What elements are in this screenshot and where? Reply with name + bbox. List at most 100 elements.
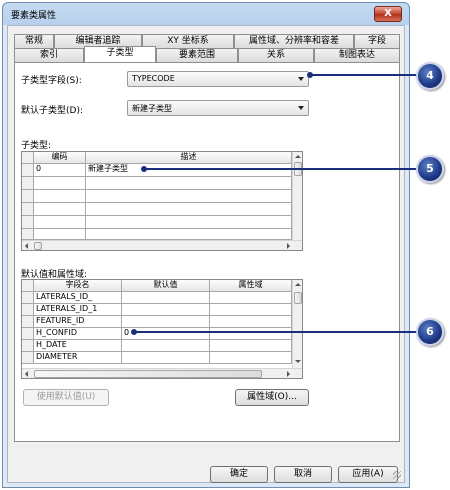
row-header-corner	[22, 280, 34, 292]
defaults-horizontal-scrollbar[interactable]	[22, 368, 302, 378]
callout-5-badge: 5	[416, 155, 444, 183]
field-name-cell: H_DATE	[34, 340, 122, 352]
subtypes-grid[interactable]: 编码 描述 0 新建子类型	[21, 151, 303, 251]
empty-cell[interactable]	[34, 216, 86, 229]
subtype-field-value: TYPECODE	[132, 74, 175, 83]
row-selector[interactable]	[22, 229, 34, 240]
empty-cell[interactable]	[34, 229, 86, 240]
scroll-thumb[interactable]	[294, 292, 302, 304]
callout-4-line	[310, 74, 420, 76]
callout-5-line	[144, 168, 420, 170]
row-selector[interactable]	[22, 190, 34, 203]
row-selector[interactable]	[22, 340, 34, 352]
close-button[interactable]: X	[374, 6, 402, 22]
subtype-field-label: 子类型字段(S):	[21, 76, 82, 86]
tab-label: XY 坐标系	[167, 36, 209, 46]
subtypes-vertical-scrollbar[interactable]	[292, 152, 302, 240]
tab-subtypes[interactable]: 子类型	[84, 46, 156, 62]
domain-cell[interactable]	[210, 352, 292, 364]
empty-cell[interactable]	[34, 190, 86, 203]
row-selector[interactable]	[22, 216, 34, 229]
tab-label: 常规	[24, 36, 43, 46]
empty-cell[interactable]	[34, 177, 86, 190]
scroll-thumb[interactable]	[34, 242, 42, 250]
scroll-right-icon[interactable]	[287, 371, 290, 377]
domain-cell[interactable]	[210, 316, 292, 328]
scroll-left-icon[interactable]	[25, 243, 28, 249]
tab-label: 子类型	[106, 48, 134, 58]
field-name-cell: FEATURE_ID	[34, 316, 122, 328]
empty-cell[interactable]	[86, 203, 292, 216]
subtypes-horizontal-scrollbar[interactable]	[22, 240, 302, 250]
tab-fields[interactable]: 字段	[354, 34, 400, 48]
tab-label: 属性域、分辨率和容差	[248, 36, 339, 46]
domain-cell[interactable]	[210, 328, 292, 340]
subtype-code-cell[interactable]: 0	[34, 164, 86, 177]
row-selector[interactable]	[22, 304, 34, 316]
dialog-body: 常规 编辑者追踪 XY 坐标系 属性域、分辨率和容差 字段 索引 子类型 要素范…	[7, 25, 405, 483]
defaults-vertical-scrollbar[interactable]	[292, 280, 302, 368]
default-value-cell[interactable]	[122, 340, 210, 352]
use-defaults-button[interactable]: 使用默认值(U)	[23, 389, 109, 406]
tab-label: 索引	[39, 50, 58, 60]
ok-button[interactable]: 确定	[210, 466, 268, 483]
field-name-cell: LATERALS_ID_	[34, 292, 122, 304]
row-selector[interactable]	[22, 328, 34, 340]
column-header-code[interactable]: 编码	[34, 152, 86, 164]
row-selector[interactable]	[22, 177, 34, 190]
scroll-left-icon[interactable]	[25, 371, 28, 377]
column-header-default-value[interactable]: 默认值	[122, 280, 210, 292]
scroll-thumb[interactable]	[34, 370, 262, 378]
tab-relationships[interactable]: 关系	[238, 48, 314, 62]
close-icon: X	[384, 8, 392, 19]
default-subtype-dropdown[interactable]: 新建子类型	[127, 100, 309, 116]
defaults-domains-grid[interactable]: 字段名 默认值 属性域 LATERALS_ID_ LATERALS_ID_1 F…	[21, 279, 303, 379]
empty-cell[interactable]	[34, 203, 86, 216]
row-selector[interactable]	[22, 203, 34, 216]
default-value-cell[interactable]	[122, 304, 210, 316]
column-header-domain[interactable]: 属性域	[210, 280, 292, 292]
default-subtype-value: 新建子类型	[132, 104, 172, 113]
field-name-cell: H_CONFID	[34, 328, 122, 340]
window-title: 要素类属性	[11, 11, 57, 21]
row-selector[interactable]	[22, 316, 34, 328]
default-value-cell[interactable]	[122, 292, 210, 304]
empty-cell[interactable]	[86, 177, 292, 190]
callout-6-badge: 6	[416, 318, 444, 346]
chevron-down-icon	[298, 106, 304, 110]
subtype-description-cell[interactable]: 新建子类型	[86, 164, 292, 177]
tab-feature-extent[interactable]: 要素范围	[156, 48, 238, 62]
default-subtype-label: 默认子类型(D):	[21, 106, 83, 116]
tab-domain-resolution-tolerance[interactable]: 属性域、分辨率和容差	[234, 34, 354, 48]
tab-representations[interactable]: 制图表达	[314, 48, 400, 62]
cancel-button[interactable]: 取消	[274, 466, 332, 483]
default-value-cell[interactable]	[122, 352, 210, 364]
row-selector[interactable]	[22, 164, 34, 177]
subtype-field-dropdown[interactable]: TYPECODE	[127, 71, 309, 87]
column-header-description[interactable]: 描述	[86, 152, 292, 164]
empty-cell[interactable]	[86, 190, 292, 203]
tab-general[interactable]: 常规	[14, 34, 54, 48]
column-header-field-name[interactable]: 字段名	[34, 280, 122, 292]
subtypes-label: 子类型:	[21, 141, 52, 151]
domain-cell[interactable]	[210, 304, 292, 316]
row-selector[interactable]	[22, 352, 34, 364]
tab-label: 字段	[367, 36, 386, 46]
default-value-cell[interactable]	[122, 316, 210, 328]
domain-cell[interactable]	[210, 340, 292, 352]
resize-grip-icon[interactable]	[393, 471, 401, 479]
scroll-up-icon[interactable]	[295, 283, 301, 286]
domains-button[interactable]: 属性域(O)...	[235, 389, 309, 406]
tab-label: 要素范围	[178, 50, 215, 60]
empty-cell[interactable]	[86, 229, 292, 240]
domain-cell[interactable]	[210, 292, 292, 304]
scroll-up-icon[interactable]	[295, 155, 301, 158]
row-selector[interactable]	[22, 292, 34, 304]
tab-label: 关系	[266, 50, 285, 60]
apply-button[interactable]: 应用(A)	[338, 466, 398, 483]
empty-cell[interactable]	[86, 216, 292, 229]
tab-label: 制图表达	[338, 50, 375, 60]
scroll-right-icon[interactable]	[287, 243, 290, 249]
scroll-down-icon[interactable]	[295, 360, 301, 363]
tab-indexes[interactable]: 索引	[14, 48, 84, 62]
